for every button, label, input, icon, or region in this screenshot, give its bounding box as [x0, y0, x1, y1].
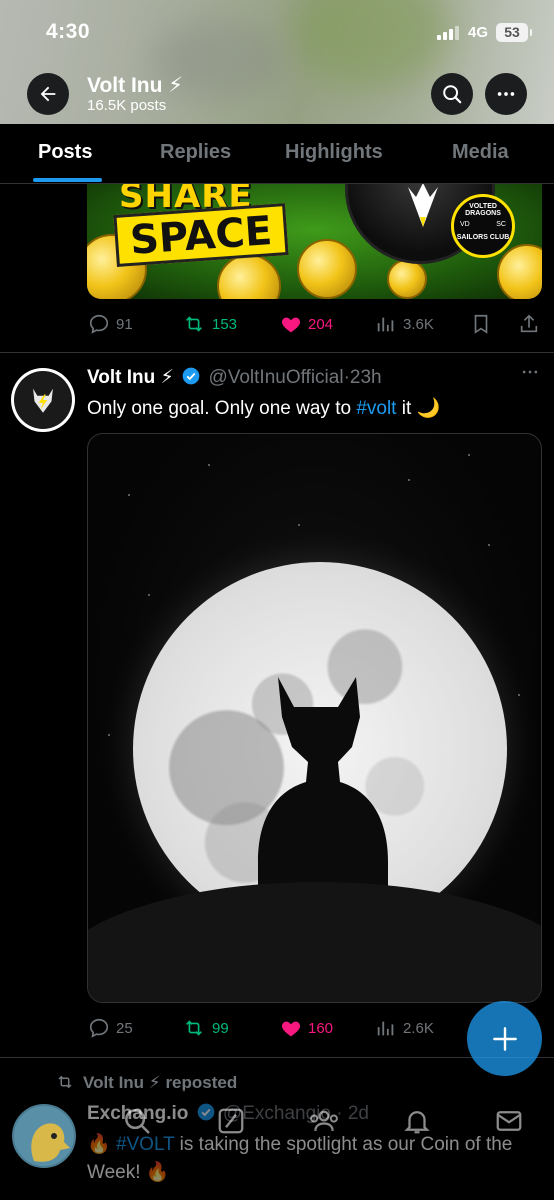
signal-icon — [437, 26, 463, 40]
more-horizontal-icon — [497, 92, 515, 96]
badge-vd: VD — [460, 221, 470, 228]
like-button[interactable]: 160 — [280, 1017, 333, 1039]
fox-silhouette — [258, 677, 388, 902]
repost-button[interactable]: 153 — [182, 313, 237, 335]
compose-button[interactable] — [467, 1001, 542, 1076]
post-hashtag-link[interactable]: #volt — [356, 398, 396, 419]
network-type: 4G — [468, 24, 489, 41]
communities-icon[interactable] — [308, 1106, 340, 1136]
reply-icon — [89, 1018, 109, 1038]
post-text: Only one goal. Only one way to #volt it … — [87, 396, 440, 420]
share-button[interactable] — [518, 313, 540, 335]
profile-header: 4:30 4G 53 Volt Inu ⚡ 16.5K posts — [0, 0, 554, 124]
bottom-navigation — [0, 1090, 554, 1200]
heart-icon — [281, 317, 301, 333]
repost-icon — [186, 316, 202, 332]
post-author-handle[interactable]: @VoltInuOfficial — [208, 367, 343, 388]
status-time: 4:30 — [46, 20, 91, 43]
coin-graphic — [497, 244, 542, 299]
post-media-image[interactable]: SHARE SPACE VOLTED DRAGONS VD SC SAILORS… — [87, 184, 542, 299]
tab-posts[interactable]: Posts — [38, 141, 92, 164]
avatar-inner — [14, 371, 72, 429]
heart-icon — [281, 1021, 301, 1037]
club-badge-logo: VOLTED DRAGONS VD SC SAILORS CLUB — [451, 194, 515, 258]
reply-count: 25 — [116, 1019, 133, 1037]
like-button[interactable]: 204 — [280, 313, 333, 335]
more-button[interactable] — [485, 73, 527, 115]
post-avatar[interactable] — [11, 368, 75, 432]
view-count: 2.6K — [403, 1019, 434, 1037]
post-more-button[interactable] — [520, 362, 540, 388]
tab-replies[interactable]: Replies — [160, 141, 231, 164]
next-post-avatar[interactable] — [12, 1104, 76, 1168]
like-count: 204 — [308, 315, 334, 333]
share-icon — [520, 314, 538, 333]
search-icon[interactable] — [122, 1106, 152, 1136]
view-count: 3.6K — [403, 315, 434, 333]
post-divider — [0, 352, 554, 353]
repost-count: 99 — [212, 1019, 229, 1037]
messages-icon[interactable] — [494, 1106, 524, 1136]
bookmark-icon — [474, 314, 488, 334]
like-count: 160 — [308, 1019, 334, 1037]
profile-name: Volt Inu ⚡ — [87, 74, 184, 97]
verified-badge-icon — [182, 367, 200, 385]
badge-sc: SC — [496, 221, 506, 228]
repost-count: 153 — [212, 315, 238, 333]
repost-icon — [58, 1075, 72, 1089]
coin-graphic — [217, 254, 281, 299]
post-text-before: Only one goal. Only one way to — [87, 398, 357, 419]
views-icon — [377, 317, 394, 332]
tab-highlights[interactable]: Highlights — [285, 141, 383, 164]
banner-line2: SPACE — [128, 208, 274, 264]
views-icon — [377, 1021, 394, 1036]
post-count: 16.5K posts — [87, 97, 167, 114]
badge-top-text: VOLTED DRAGONS — [465, 203, 501, 217]
grok-icon[interactable] — [216, 1106, 246, 1136]
post-media-image[interactable] — [87, 433, 542, 1003]
notifications-icon[interactable] — [402, 1106, 432, 1136]
reply-button[interactable]: 91 — [88, 313, 133, 335]
reply-button[interactable]: 25 — [88, 1017, 133, 1039]
volt-logo-icon — [33, 388, 53, 413]
more-horizontal-icon — [522, 370, 538, 374]
arrow-left-icon — [40, 86, 56, 102]
repost-icon — [186, 1020, 202, 1036]
active-tab-indicator — [33, 178, 102, 182]
bookmark-button[interactable] — [470, 313, 492, 335]
post-text-after: it 🌙 — [396, 398, 441, 419]
post-author-name[interactable]: Volt Inu ⚡ — [87, 367, 174, 388]
search-button[interactable] — [431, 73, 473, 115]
header-banner-blur — [290, 0, 450, 90]
tab-media[interactable]: Media — [452, 141, 509, 164]
repost-button[interactable]: 99 — [182, 1017, 229, 1039]
post-timestamp[interactable]: 23h — [350, 367, 382, 388]
battery-icon: 53 — [496, 23, 532, 42]
views-button[interactable]: 3.6K — [375, 313, 434, 335]
back-button[interactable] — [27, 73, 69, 115]
profile-tabs: Posts Replies Highlights Media — [0, 124, 554, 184]
views-button[interactable]: 2.6K — [375, 1017, 434, 1039]
post-divider — [0, 1057, 554, 1058]
search-icon — [443, 85, 462, 104]
post-header: Volt Inu ⚡ @VoltInuOfficial·23h — [87, 366, 382, 389]
hill-graphic — [88, 882, 541, 1002]
reply-count: 91 — [116, 315, 133, 333]
reply-icon — [89, 314, 109, 334]
badge-bottom-text: SAILORS CLUB — [456, 234, 510, 241]
plus-icon — [492, 1026, 517, 1051]
